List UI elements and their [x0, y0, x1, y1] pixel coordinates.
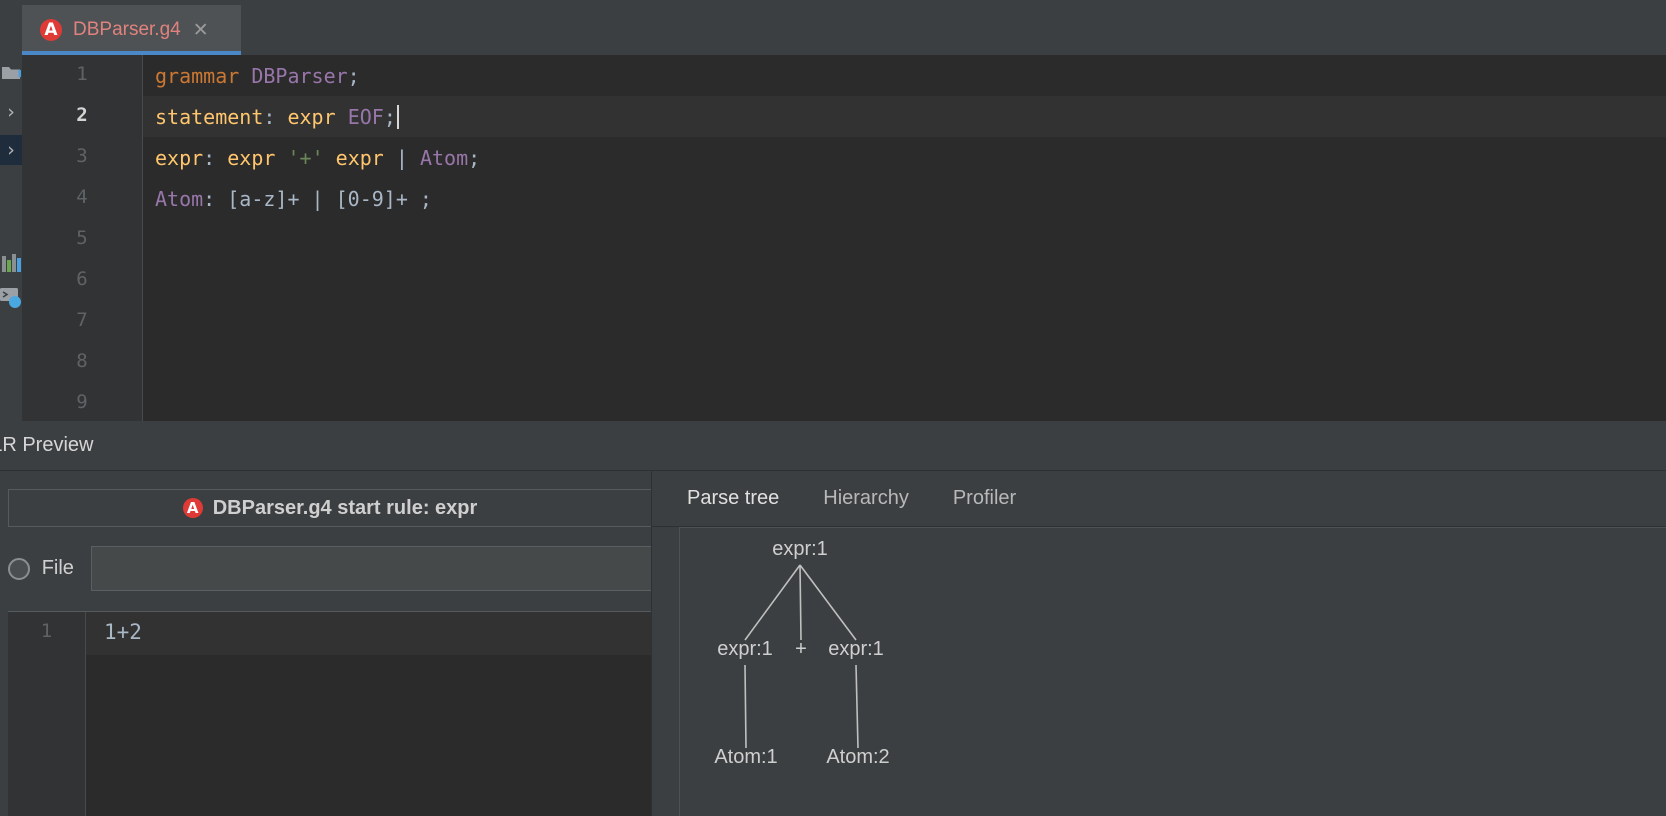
code-line[interactable]: Atom: [a-z]+ | [0-9]+ ;	[143, 178, 1666, 219]
editor-gutter: 1 2 3 4 5 6 7 8 9	[22, 55, 142, 421]
code-token: '+'	[287, 145, 324, 170]
preview-tab-profiler[interactable]: Profiler	[931, 471, 1038, 526]
input-editor-gutter-separator	[85, 612, 86, 816]
editor-line-number: 5	[76, 227, 88, 249]
expand-chevron-icon[interactable]: ›	[0, 97, 22, 127]
radio-file-option[interactable]	[7, 557, 30, 580]
code-token: ;	[383, 104, 396, 129]
preview-tabs-divider	[651, 526, 1666, 527]
preview-tab-hierarchy[interactable]: Hierarchy	[801, 471, 931, 526]
chevron-right-icon: ›	[7, 100, 15, 123]
parse-tree-node[interactable]: expr:1	[772, 538, 828, 561]
code-token: |	[395, 145, 408, 170]
code-token: :	[263, 104, 276, 129]
project-folder-icon-svg	[2, 67, 21, 79]
editor-line-number: 1	[76, 63, 88, 85]
editor-tab-title: DBParser.g4	[73, 19, 181, 40]
antlr-logo-glyph: A	[186, 498, 199, 517]
radio-label-file: File	[41, 557, 74, 579]
file-path-input[interactable]	[90, 546, 651, 591]
antlr-logo-glyph: A	[44, 19, 58, 40]
code-token: :	[203, 186, 216, 211]
code-token: ;	[347, 63, 360, 88]
antlr-logo-icon: A	[182, 498, 203, 518]
parse-tree-edge	[799, 564, 857, 641]
start-rule-label: DBParser.g4 start rule: expr	[212, 496, 478, 519]
editor-line-number: 9	[76, 391, 88, 413]
editor-line-number: 2	[76, 104, 88, 126]
code-token: expr	[155, 145, 204, 170]
start-rule-bar[interactable]: A DBParser.g4 start rule: expr	[8, 489, 651, 527]
antlr-logo-icon: A	[40, 19, 62, 41]
code-token: statement	[155, 104, 264, 129]
code-token: EOF	[347, 104, 384, 129]
parse-tree-edge	[799, 564, 802, 641]
code-token: expr	[227, 145, 276, 170]
preview-panel-header: TLR Preview	[0, 421, 1666, 470]
code-token: :	[203, 145, 216, 170]
project-folder-icon[interactable]	[0, 58, 22, 88]
parse-tree-node[interactable]: +	[795, 638, 807, 661]
code-token: [a-z]+ | [0-9]+ ;	[215, 186, 432, 211]
parse-tree-edge	[855, 664, 859, 749]
chevron-right-icon: ›	[7, 138, 15, 161]
parse-tree-node[interactable]: expr:1	[828, 638, 884, 661]
input-editor-active-line	[86, 612, 651, 655]
parse-tree-node[interactable]: Atom:1	[714, 746, 777, 769]
editor-tab-bar: A DBParser.g4 ✕	[0, 0, 1666, 55]
structure-chevron-icon[interactable]: ›	[0, 135, 22, 165]
code-line[interactable]: statement: expr EOF;	[143, 96, 1666, 137]
parse-tree-canvas[interactable]: expr:1 expr:1 + expr:1 Atom:1 Atom:2	[679, 527, 1666, 816]
editor-line-number: 7	[76, 309, 88, 331]
input-editor-gutter	[8, 612, 85, 816]
code-line[interactable]: grammar DBParser;	[143, 55, 1666, 96]
code-token: grammar	[155, 63, 240, 88]
preview-output-side: Parse tree Hierarchy Profiler expr:1 expr:1…	[651, 471, 1666, 816]
editor-line-number: 4	[76, 186, 88, 208]
editor-line-number: 8	[76, 350, 88, 372]
code-token: ;	[468, 145, 481, 170]
bar-chart-icon-svg	[2, 254, 21, 272]
code-token: Atom	[419, 145, 469, 170]
text-caret	[396, 104, 399, 129]
code-token: DBParser	[251, 63, 348, 88]
input-source-row: ut File	[0, 546, 651, 591]
code-token: expr	[335, 145, 384, 170]
parse-tree-node[interactable]: Atom:2	[826, 746, 889, 769]
editor-line-number: 6	[76, 268, 88, 290]
terminal-icon[interactable]	[0, 282, 22, 312]
code-token: expr	[287, 104, 336, 129]
preview-tab-parse-tree[interactable]: Parse tree	[665, 471, 801, 526]
close-icon[interactable]: ✕	[193, 20, 209, 40]
editor-line-number: 3	[76, 145, 88, 167]
analyze-bars-icon[interactable]	[0, 247, 22, 277]
code-content-area[interactable]: grammar DBParser; statement: expr EOF; exp…	[143, 55, 1666, 421]
code-editor[interactable]: 123456789 grammar DBParser; statement: ex…	[22, 55, 1666, 421]
parse-tree-edge	[744, 564, 801, 641]
input-text-editor[interactable]: 1 1+2	[8, 611, 651, 816]
terminal-icon-svg	[0, 288, 21, 308]
parse-tree-edges	[744, 564, 859, 749]
code-token: Atom	[155, 186, 204, 211]
preview-tab-strip: Parse tree Hierarchy Profiler	[665, 471, 1666, 526]
antlr-preview-panel: TLR Preview A DBParser.g4 start rule: ex…	[0, 421, 1666, 816]
editor-tab-dbparser[interactable]: A DBParser.g4 ✕	[22, 5, 241, 55]
parse-tree-edge	[744, 664, 747, 749]
parse-tree-node[interactable]: expr:1	[717, 638, 773, 661]
input-editor-text[interactable]: 1+2	[104, 620, 142, 644]
preview-input-side: A DBParser.g4 start rule: expr ut File 1…	[0, 471, 651, 816]
preview-panel-title: TLR Preview	[0, 434, 94, 456]
input-editor-line-number: 1	[40, 620, 53, 642]
code-line[interactable]: expr: expr '+' expr | Atom;	[143, 137, 1666, 178]
